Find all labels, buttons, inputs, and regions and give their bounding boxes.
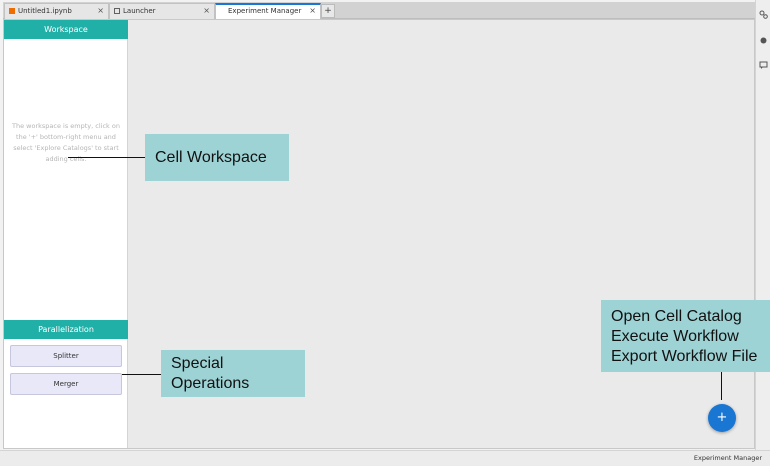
add-fab-button[interactable]: + <box>708 404 736 432</box>
status-bar: Experiment Manager <box>0 450 770 466</box>
close-icon[interactable]: × <box>309 5 316 17</box>
cell-workspace-leader-line <box>68 157 146 158</box>
callout-text: Operations <box>171 375 250 392</box>
tab-launcher[interactable]: Launcher × <box>109 3 215 19</box>
launcher-icon <box>114 8 120 14</box>
tab-experiment-manager[interactable]: Experiment Manager × <box>215 3 321 20</box>
special-operations-leader-line <box>122 374 162 375</box>
new-tab-button[interactable]: + <box>321 4 335 18</box>
close-icon[interactable]: × <box>97 4 104 18</box>
special-operations-callout: Special Operations <box>161 350 305 397</box>
debugger-icon[interactable] <box>759 36 768 45</box>
close-icon[interactable]: × <box>203 4 210 18</box>
fab-menu-callout: Open Cell Catalog Execute Workflow Expor… <box>601 300 770 372</box>
tab-untitled-notebook[interactable]: Untitled1.ipynb × <box>4 3 109 19</box>
callout-text: Cell Workspace <box>155 149 267 166</box>
callout-text: Open Cell Catalog <box>611 308 742 325</box>
callout-text: Special <box>171 355 224 372</box>
right-sidebar <box>755 0 770 450</box>
tab-label: Experiment Manager <box>228 7 302 15</box>
callout-text: Execute Workflow <box>611 328 739 345</box>
tab-label: Untitled1.ipynb <box>18 7 72 15</box>
chat-icon[interactable] <box>759 61 768 70</box>
merger-button[interactable]: Merger <box>10 373 122 395</box>
property-inspector-icon[interactable] <box>759 10 768 19</box>
parallelization-header: Parallelization <box>4 320 128 339</box>
cell-workspace-callout: Cell Workspace <box>145 134 289 181</box>
callout-text: Export Workflow File <box>611 348 758 365</box>
notebook-icon <box>9 8 15 14</box>
workspace-empty-message: The workspace is empty, click on the '+'… <box>12 122 120 163</box>
jupyterlab-window: Untitled1.ipynb × Launcher × Experiment … <box>0 0 770 466</box>
status-text: Experiment Manager <box>693 454 762 462</box>
tab-bar: Untitled1.ipynb × Launcher × Experiment … <box>3 2 755 20</box>
splitter-button[interactable]: Splitter <box>10 345 122 367</box>
workspace-header: Workspace <box>4 20 128 39</box>
fab-menu-leader-line <box>721 372 722 400</box>
left-panel: Workspace The workspace is empty, click … <box>4 20 128 448</box>
experiment-manager-panel: Workspace The workspace is empty, click … <box>3 19 755 449</box>
tab-label: Launcher <box>123 7 156 15</box>
